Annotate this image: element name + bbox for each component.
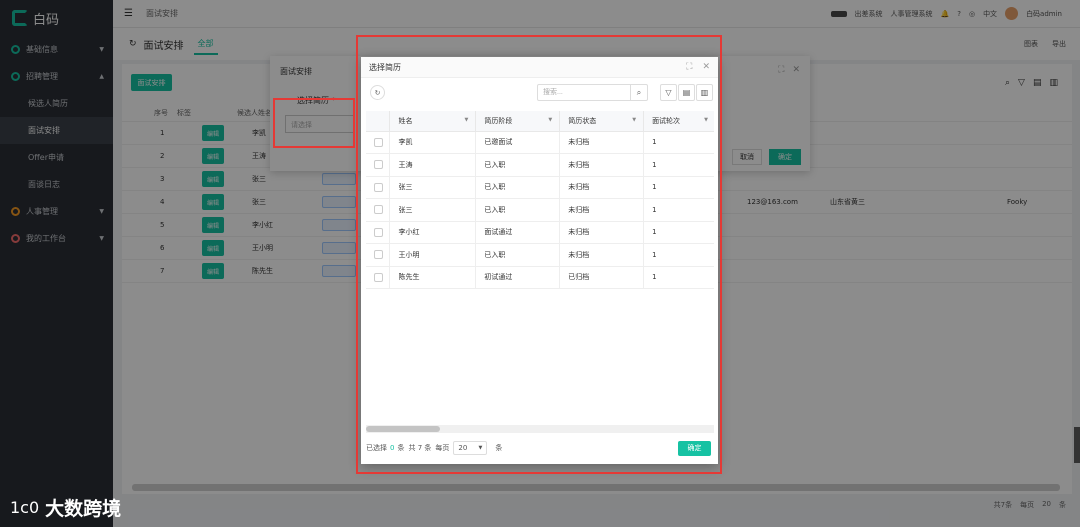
watermark-text: 大数跨境 xyxy=(45,498,122,520)
watermark-logo: 1c0 xyxy=(10,498,40,517)
watermark: 1c0 大数跨境 xyxy=(10,494,121,521)
annotation-box-dialog xyxy=(356,35,722,474)
side-handle[interactable] xyxy=(1074,427,1080,463)
annotation-box-field xyxy=(273,98,355,148)
